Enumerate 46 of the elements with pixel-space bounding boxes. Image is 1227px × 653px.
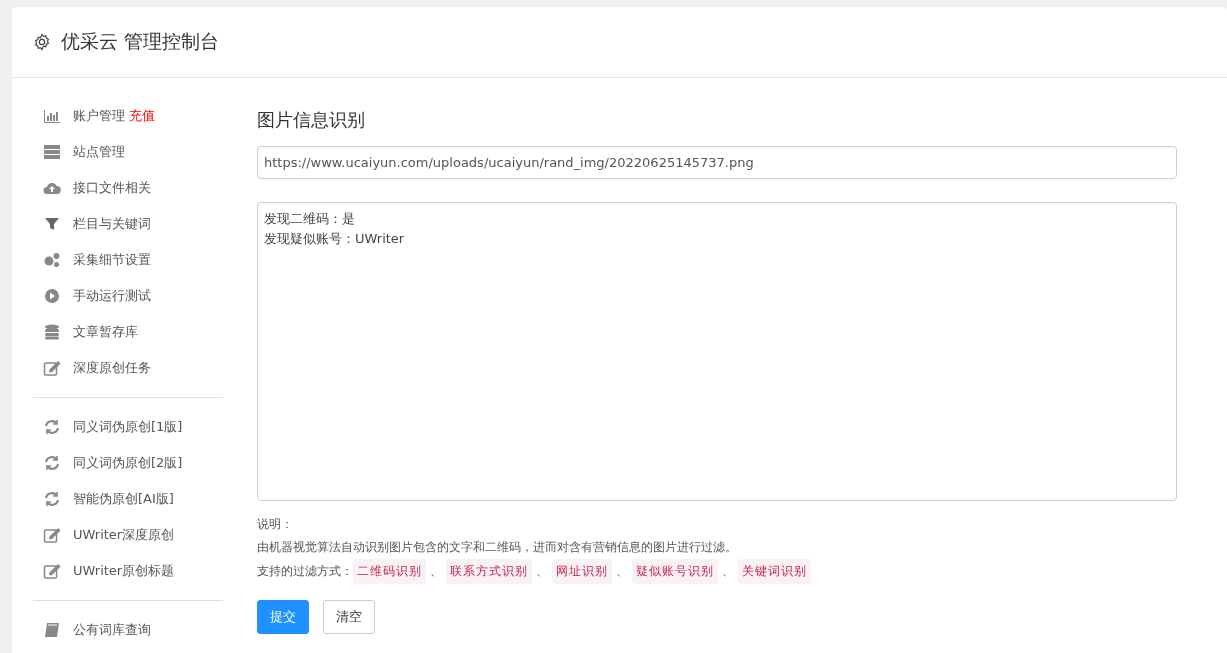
- filter-method-tag: 网址识别: [552, 559, 612, 584]
- page-heading: 图片信息识别: [257, 108, 366, 132]
- recharge-link[interactable]: 充值: [129, 107, 155, 125]
- refresh-icon: [43, 491, 61, 507]
- sidebar-item[interactable]: UWriter原创标题: [33, 553, 223, 589]
- server-icon: [43, 144, 61, 160]
- refresh-icon: [43, 455, 61, 471]
- console-title: 优采云 管理控制台: [61, 29, 220, 54]
- sidebar-item[interactable]: 文章暂存库: [33, 314, 223, 350]
- separator-text: 、: [616, 563, 628, 580]
- sidebar-item[interactable]: 同义词伪原创[1版]: [33, 409, 223, 445]
- description-text: 由机器视觉算法自动识别图片包含的文字和二维码，进而对含有营销信息的图片进行过滤。: [257, 539, 738, 556]
- filter-icon: [43, 216, 61, 232]
- sidebar-item[interactable]: 手动运行测试: [33, 278, 223, 314]
- filter-method-tag: 联系方式识别: [446, 559, 532, 584]
- separator-text: 、: [722, 563, 734, 580]
- sidebar-item[interactable]: 深度原创任务: [33, 350, 223, 386]
- cloud-icon: [43, 180, 61, 196]
- play-icon: [43, 288, 61, 304]
- db-icon: [43, 324, 61, 340]
- sidebar-item[interactable]: 栏目与关键词: [33, 206, 223, 242]
- methods-label: 支持的过滤方式：: [257, 563, 353, 580]
- url-field[interactable]: https://www.ucaiyun.com/uploads/ucaiyun/rand_img/20220625145737.png: [257, 146, 1177, 179]
- refresh-icon: [43, 419, 61, 435]
- edit-icon: [43, 563, 61, 579]
- filter-method-tag: 疑似账号识别: [632, 559, 718, 584]
- sidebar-item[interactable]: 接口文件相关: [33, 170, 223, 206]
- separator-text: 、: [430, 563, 442, 580]
- chart-icon: [43, 108, 61, 124]
- sidebar-item[interactable]: 采集细节设置: [33, 242, 223, 278]
- filter-method-tag: 二维码识别: [353, 559, 426, 584]
- sidebar-item[interactable]: 同义词伪原创[2版]: [33, 445, 223, 481]
- edit-icon: [43, 360, 61, 376]
- sidebar-item[interactable]: 账户管理 充值: [33, 98, 223, 134]
- edit-icon: [43, 527, 61, 543]
- result-textarea[interactable]: 发现二维码：是 发现疑似账号：UWriter: [257, 202, 1177, 501]
- clear-button[interactable]: 清空: [323, 600, 375, 634]
- sidebar-item[interactable]: 公有词库查询: [33, 612, 223, 648]
- separator-text: 、: [536, 563, 548, 580]
- sidebar-item[interactable]: UWriter深度原创: [33, 517, 223, 553]
- notes-heading: 说明：: [257, 516, 294, 533]
- sidebar-item[interactable]: 站点管理: [33, 134, 223, 170]
- filter-method-tag: 关键词识别: [738, 559, 811, 584]
- sidebar-item[interactable]: 智能伪原创[AI版]: [33, 481, 223, 517]
- book-icon: [43, 622, 61, 638]
- settings-icon: [33, 33, 51, 51]
